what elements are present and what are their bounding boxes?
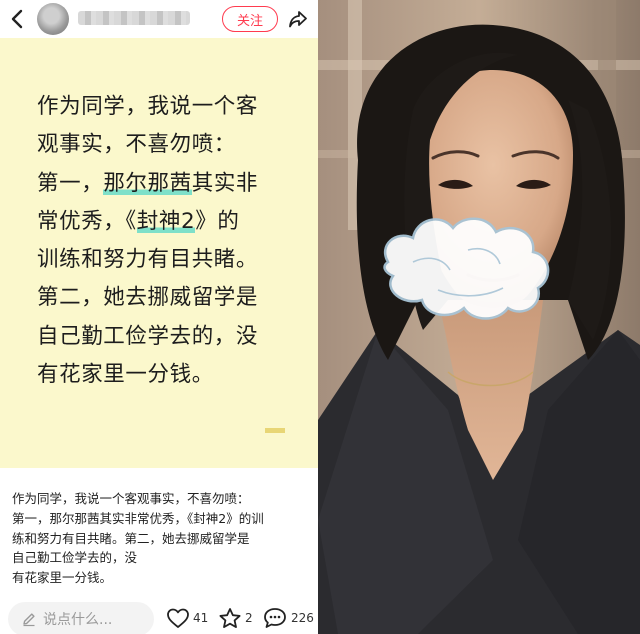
card-text-line: 常优秀，《封神2》的: [37, 203, 307, 241]
card-text-segment: 其实非: [191, 170, 259, 196]
card-text-segment: 观事实，不喜勿喷：: [37, 132, 236, 158]
follow-button[interactable]: 关注: [222, 6, 278, 32]
comment-count: 226: [291, 611, 314, 625]
card-text-segment: 第一，: [37, 170, 104, 196]
card-text-line: 训练和努力有目共睹。: [37, 241, 307, 279]
portrait-photo: [318, 0, 640, 634]
card-text-line: 有花家里一分钱。: [37, 356, 307, 394]
like-count: 41: [193, 611, 209, 625]
card-text-segment: 训练和努力有目共睹。: [37, 247, 259, 273]
comment-button[interactable]: 226: [262, 606, 314, 630]
card-text-line: 作为同学，我说一个客: [37, 88, 307, 126]
card-text-line: 第二，她去挪威留学是: [37, 279, 307, 317]
caption-line: 有花家里一分钱。: [12, 570, 113, 586]
post-screenshot: 关注 作为同学，我说一个客 观事实，不喜勿喷： 第一，那尔那茜其实非 常优秀，《封神2…: [0, 0, 318, 634]
comment-placeholder: 说点什么...: [43, 612, 113, 628]
text-image-card: 作为同学，我说一个客 观事实，不喜勿喷： 第一，那尔那茜其实非 常优秀，《封神2》的训…: [0, 38, 318, 468]
interaction-bar: 说点什么... 41 2 226: [0, 600, 318, 634]
post-caption: 作为同学，我说一个客观事实，不喜勿喷： 第一，那尔那茜其实非常优秀，《封神2》的训…: [12, 489, 312, 588]
highlighted-text: 封神2: [136, 208, 196, 234]
card-decoration: [265, 428, 285, 433]
post-header: 关注: [0, 0, 318, 38]
card-text-line: 自己勤工俭学去的，没: [37, 318, 307, 356]
card-text-segment: 自己勤工俭学去的，没: [37, 323, 259, 349]
comment-input[interactable]: 说点什么...: [8, 602, 154, 634]
portrait-photo-illustration: [318, 0, 640, 634]
caption-line: 第一，那尔那茜其实非常优秀，《封神2》的训: [12, 510, 264, 526]
favorite-count: 2: [245, 611, 253, 625]
back-arrow-icon[interactable]: [8, 8, 28, 30]
pencil-icon: [23, 613, 35, 627]
like-button[interactable]: 41: [166, 606, 208, 630]
card-text-line: 观事实，不喜勿喷：: [37, 126, 307, 164]
card-text-segment: 》的: [195, 208, 240, 234]
caption-line: 练和努力有目共睹。第二，她去挪威留学是: [12, 530, 250, 546]
caption-line: 作为同学，我说一个客观事实，不喜勿喷：: [12, 491, 250, 506]
card-text-segment: 第二，她去挪威留学是: [37, 285, 259, 311]
highlighted-text: 那尔那茜: [103, 170, 192, 196]
card-text-segment: 有花家里一分钱。: [37, 362, 214, 388]
blurred-username: [78, 11, 190, 25]
heart-icon: [167, 608, 189, 628]
card-text-segment: 常优秀，《: [37, 208, 137, 234]
card-text-segment: 作为同学，我说一个客: [37, 94, 259, 119]
card-text-line: 第一，那尔那茜其实非: [37, 165, 307, 203]
share-icon[interactable]: [287, 8, 309, 30]
caption-line: 自己勤工俭学去的，没: [12, 550, 138, 566]
avatar[interactable]: [37, 3, 69, 35]
comment-icon: [264, 608, 286, 628]
card-text: 作为同学，我说一个客 观事实，不喜勿喷： 第一，那尔那茜其实非 常优秀，《封神2》的训…: [37, 88, 307, 394]
star-icon: [219, 607, 241, 628]
favorite-button[interactable]: 2: [218, 606, 253, 630]
